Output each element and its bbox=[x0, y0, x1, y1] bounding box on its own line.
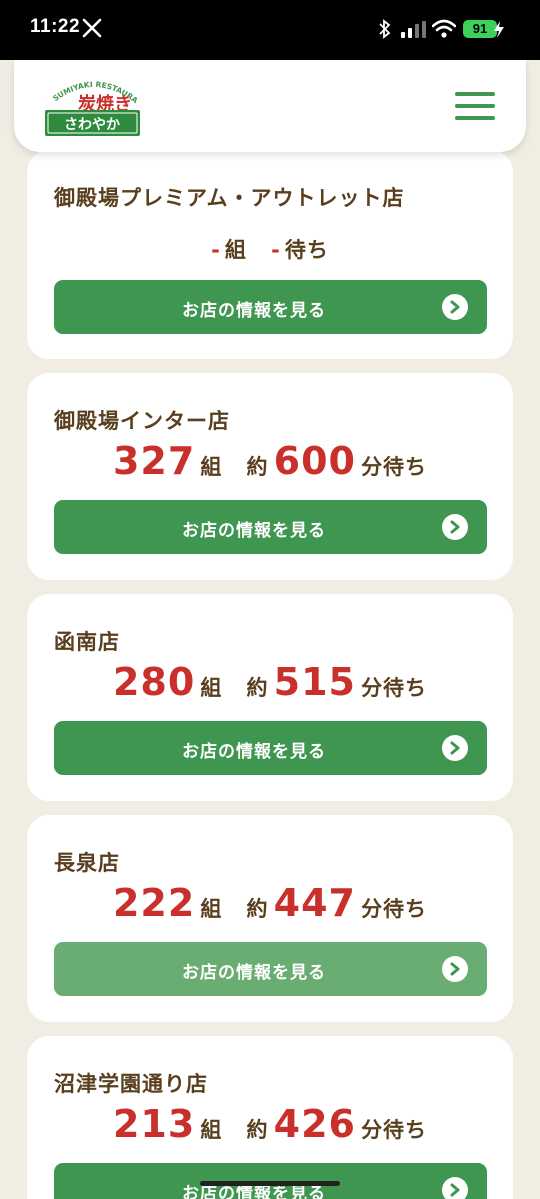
store-name: 函南店 bbox=[54, 630, 120, 654]
group-count: 280 bbox=[112, 660, 196, 704]
approx-label: 約 bbox=[246, 897, 269, 921]
store-card: 長泉店 222 組 約 447 分待ち お店の情報を見る bbox=[27, 815, 513, 1022]
store-name: 御殿場プレミアム・アウトレット店 bbox=[54, 186, 405, 210]
hamburger-menu-icon[interactable] bbox=[455, 92, 495, 120]
groups-unit: 組 bbox=[200, 455, 223, 479]
store-name: 御殿場インター店 bbox=[54, 409, 230, 433]
store-card: 御殿場インター店 327 組 約 600 分待ち お店の情報を見る bbox=[27, 373, 513, 580]
status-time: 11:22 bbox=[30, 16, 81, 37]
store-card: 御殿場プレミアム・アウトレット店 - 組 - 待ち お店の情報を見る bbox=[27, 150, 513, 359]
store-card: 函南店 280 組 約 515 分待ち お店の情報を見る bbox=[27, 594, 513, 801]
store-info-button[interactable]: お店の情報を見る bbox=[54, 721, 487, 775]
chevron-right-icon bbox=[442, 514, 468, 540]
wait-minutes: 447 bbox=[273, 881, 356, 925]
chevron-right-icon bbox=[442, 1177, 468, 1199]
wait-minutes: 600 bbox=[273, 439, 356, 483]
wifi-icon bbox=[432, 19, 456, 38]
store-card: 沼津学園通り店 213 組 約 426 分待ち お店の情報を見る bbox=[27, 1036, 513, 1199]
minutes-wait-label: 分待ち bbox=[361, 455, 428, 479]
minutes-wait-label: 分待ち bbox=[361, 897, 428, 921]
wait-status: 222 組 約 447 分待ち bbox=[27, 881, 513, 925]
chevron-right-icon bbox=[442, 956, 468, 982]
groups-unit: 組 bbox=[224, 238, 247, 262]
wait-status: 213 組 約 426 分待ち bbox=[27, 1102, 513, 1146]
store-info-button-label: お店の情報を見る bbox=[182, 742, 326, 762]
approx-label: 約 bbox=[246, 455, 269, 479]
wait-status: 327 組 約 600 分待ち bbox=[27, 439, 513, 483]
battery-indicator: 91 bbox=[463, 20, 497, 38]
chevron-right-icon bbox=[442, 294, 468, 320]
store-info-button-label: お店の情報を見る bbox=[182, 301, 326, 321]
approx-label: 約 bbox=[246, 1118, 269, 1142]
wait-status: 280 組 約 515 分待ち bbox=[27, 660, 513, 704]
store-info-button-label: お店の情報を見る bbox=[182, 521, 326, 541]
chevron-right-icon bbox=[442, 735, 468, 761]
group-count: 327 bbox=[112, 439, 196, 483]
wait-minutes: 515 bbox=[273, 660, 356, 704]
minutes-wait-label: 分待ち bbox=[361, 1118, 428, 1142]
wait-label: 待ち bbox=[284, 238, 329, 262]
groups-unit: 組 bbox=[200, 1118, 223, 1142]
charging-bolt-icon bbox=[494, 21, 504, 38]
store-info-button[interactable]: お店の情報を見る bbox=[54, 280, 487, 334]
sawayaka-logo[interactable]: SUMIYAKI RESTAURANT 炭焼き さわやか bbox=[44, 74, 144, 138]
cellular-signal-icon bbox=[401, 21, 426, 38]
status-bar: 11:22 91 bbox=[0, 0, 540, 60]
store-name: 沼津学園通り店 bbox=[54, 1072, 208, 1096]
group-count: - bbox=[211, 238, 220, 262]
group-count: 222 bbox=[112, 881, 196, 925]
store-info-button[interactable]: お店の情報を見る bbox=[54, 500, 487, 554]
minutes-wait-label: 分待ち bbox=[361, 676, 428, 700]
group-count: 213 bbox=[112, 1102, 196, 1146]
site-header: SUMIYAKI RESTAURANT 炭焼き さわやか bbox=[14, 60, 526, 152]
store-name: 長泉店 bbox=[54, 851, 120, 875]
wait-minutes: - bbox=[271, 238, 280, 262]
groups-unit: 組 bbox=[200, 676, 223, 700]
home-indicator[interactable] bbox=[200, 1181, 340, 1186]
groups-unit: 組 bbox=[200, 897, 223, 921]
bluetooth-icon bbox=[379, 19, 391, 39]
store-info-button-label: お店の情報を見る bbox=[182, 963, 326, 983]
wait-status: - 組 - 待ち bbox=[27, 234, 513, 264]
wait-minutes: 426 bbox=[273, 1102, 356, 1146]
x-app-icon bbox=[82, 18, 102, 38]
approx-label: 約 bbox=[246, 676, 269, 700]
logo-text-bottom: さわやか bbox=[64, 117, 120, 133]
store-info-button[interactable]: お店の情報を見る bbox=[54, 942, 487, 996]
